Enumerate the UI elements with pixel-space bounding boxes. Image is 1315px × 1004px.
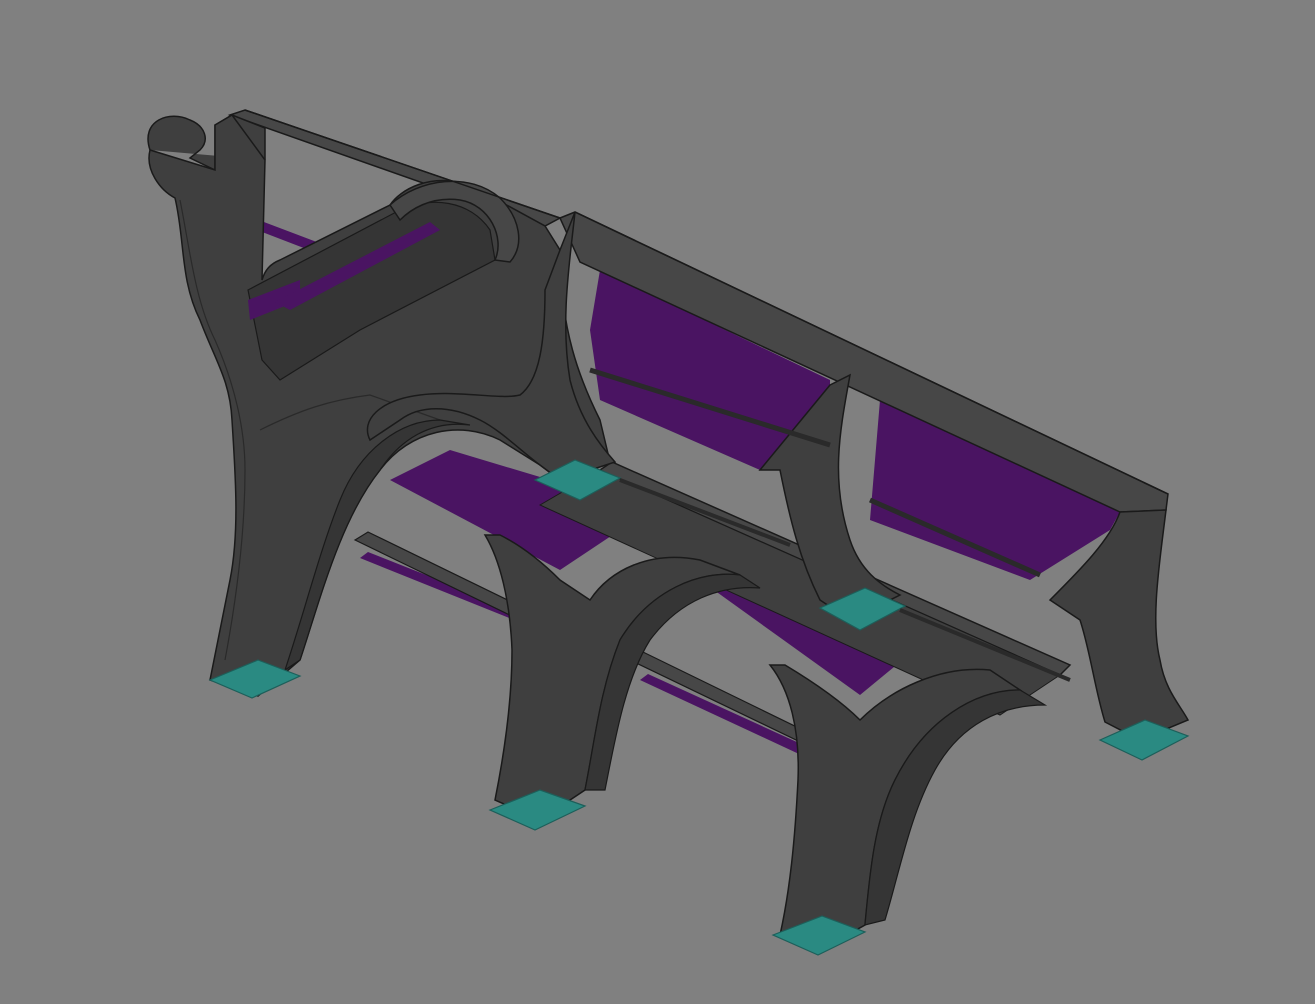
leg-middle: [485, 535, 760, 830]
bench-model-render[interactable]: [0, 0, 1315, 1004]
leg-front-right: [770, 665, 1045, 955]
cad-viewport[interactable]: [0, 0, 1315, 1004]
